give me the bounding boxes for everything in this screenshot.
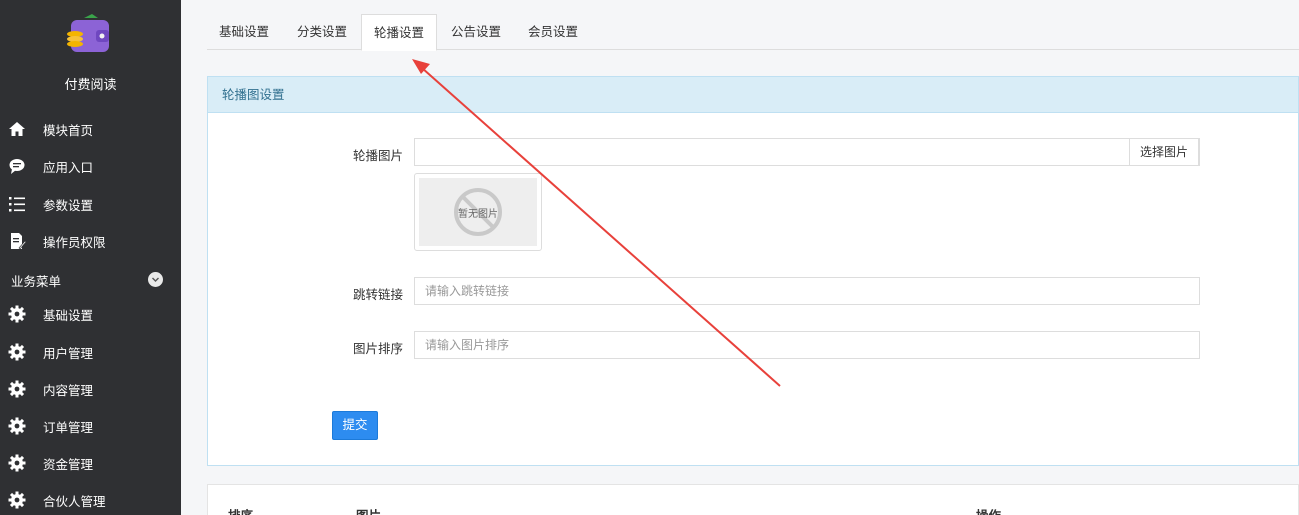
gear-icon: [8, 343, 26, 361]
sidebar-item-label: 操作员权限: [43, 235, 106, 250]
sidebar-item-app-entry[interactable]: 应用入口: [0, 149, 181, 183]
sidebar-item-label: 参数设置: [43, 198, 94, 213]
home-icon: [8, 120, 26, 138]
carousel-settings-panel: 轮播图设置 轮播图片 选择图片 暂无图片 跳转链接 请输入跳转链接 图片排序 请…: [207, 76, 1299, 466]
column-header-actions: 操作: [976, 505, 1001, 515]
tab-member-settings[interactable]: 会员设置: [516, 14, 590, 50]
list-icon: [8, 195, 26, 213]
sidebar-item-order-management[interactable]: 订单管理: [0, 409, 181, 443]
sidebar-item-label: 订单管理: [43, 420, 94, 435]
settings-tabs: 基础设置 分类设置 轮播设置 公告设置 会员设置: [207, 14, 1299, 51]
panel-title: 轮播图设置: [208, 77, 1298, 113]
sidebar-item-label: 合伙人管理: [43, 494, 106, 509]
sidebar-item-label: 用户管理: [43, 346, 94, 361]
image-sort-input[interactable]: 请输入图片排序: [414, 331, 1200, 359]
sidebar-item-fund-management[interactable]: 资金管理: [0, 446, 181, 480]
image-label: 轮播图片: [352, 149, 403, 163]
sidebar-item-label: 内容管理: [43, 383, 94, 398]
sidebar-section-title: 业务菜单: [11, 275, 62, 289]
sidebar-item-label: 应用入口: [43, 160, 94, 175]
jump-link-input[interactable]: 请输入跳转链接: [414, 277, 1200, 305]
tab-category-settings[interactable]: 分类设置: [285, 14, 359, 50]
submit-button[interactable]: 提交: [332, 411, 378, 440]
edit-document-icon: [8, 232, 26, 250]
sidebar: 付费阅读 模块首页 应用入口 参数设置 操作员权限 业务菜单 基础设置 用户管理…: [0, 0, 181, 515]
sidebar-item-basic-settings[interactable]: 基础设置: [0, 297, 181, 331]
carousel-table: 排序 图片 操作: [207, 484, 1299, 515]
column-header-sort: 排序: [228, 505, 253, 515]
sidebar-item-label: 模块首页: [43, 123, 94, 138]
sidebar-item-home[interactable]: 模块首页: [0, 112, 181, 146]
tab-carousel-settings[interactable]: 轮播设置: [361, 14, 438, 51]
gear-icon: [8, 417, 26, 435]
image-preview: 暂无图片: [414, 173, 542, 251]
sidebar-item-label: 资金管理: [43, 457, 94, 472]
gear-icon: [8, 491, 26, 509]
sidebar-item-user-management[interactable]: 用户管理: [0, 335, 181, 369]
chevron-down-icon[interactable]: [148, 272, 163, 287]
sidebar-item-params[interactable]: 参数设置: [0, 187, 181, 221]
tab-basic-settings[interactable]: 基础设置: [207, 14, 281, 50]
tab-announcement-settings[interactable]: 公告设置: [439, 14, 513, 50]
app-name: 付费阅读: [64, 77, 117, 92]
chat-bubble-icon: [8, 157, 26, 175]
sidebar-item-operator-permissions[interactable]: 操作员权限: [0, 224, 181, 258]
carousel-image-input[interactable]: 选择图片: [414, 138, 1200, 166]
column-header-image: 图片: [356, 505, 381, 515]
sidebar-item-label: 基础设置: [43, 308, 94, 323]
gear-icon: [8, 454, 26, 472]
sidebar-item-content-management[interactable]: 内容管理: [0, 372, 181, 406]
sort-label: 图片排序: [352, 342, 403, 356]
sidebar-item-partner-management[interactable]: 合伙人管理: [0, 483, 181, 515]
no-image-text: 暂无图片: [458, 208, 498, 220]
gear-icon: [8, 305, 26, 323]
choose-image-button[interactable]: 选择图片: [1128, 138, 1199, 166]
gear-icon: [8, 380, 26, 398]
app-logo-icon: [66, 12, 112, 58]
link-label: 跳转链接: [352, 288, 403, 302]
